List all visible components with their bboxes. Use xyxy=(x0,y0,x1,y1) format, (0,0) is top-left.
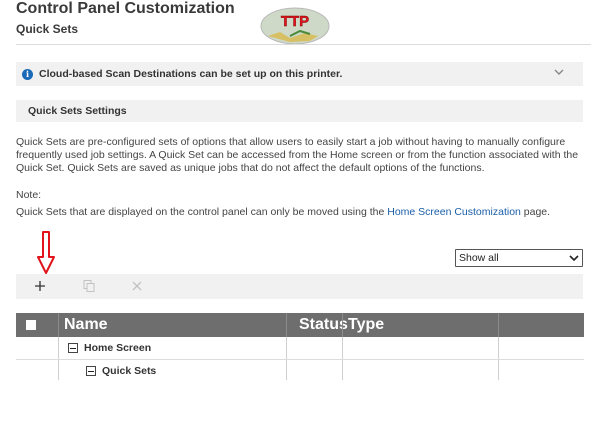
home-screen-customization-link[interactable]: Home Screen Customization xyxy=(387,206,521,218)
collapse-icon[interactable] xyxy=(68,343,78,353)
copy-button[interactable] xyxy=(79,276,99,296)
section-title: Quick Sets Settings xyxy=(28,105,127,117)
column-header-name[interactable]: Name xyxy=(64,313,108,337)
column-header-status[interactable]: Status xyxy=(299,313,348,337)
header-divider xyxy=(16,44,591,45)
filter-selected-value: Show all xyxy=(459,252,499,264)
column-header-type[interactable]: Type xyxy=(348,313,384,337)
section-description: Quick Sets are pre-configured sets of op… xyxy=(16,136,579,174)
info-message: Cloud-based Scan Destinations can be set… xyxy=(39,68,343,80)
note-prefix: Quick Sets that are displayed on the con… xyxy=(16,206,388,218)
table-row[interactable]: Home Screen xyxy=(16,337,584,360)
copy-icon xyxy=(83,280,95,292)
info-icon: i xyxy=(22,68,33,80)
add-button[interactable] xyxy=(30,276,50,296)
section-header: Quick Sets Settings xyxy=(16,100,583,122)
red-arrow-annotation xyxy=(37,231,55,274)
ttp-logo: TTP xyxy=(260,7,330,45)
collapse-icon[interactable] xyxy=(86,366,96,376)
note-suffix: page. xyxy=(520,206,551,218)
select-all-checkbox[interactable] xyxy=(26,313,36,337)
info-banner: i Cloud-based Scan Destinations can be s… xyxy=(16,62,583,86)
note-label: Note: xyxy=(16,189,42,201)
delete-button[interactable] xyxy=(127,276,147,296)
blank-area xyxy=(0,380,600,425)
note-text: Quick Sets that are displayed on the con… xyxy=(16,206,584,218)
row-name: Quick Sets xyxy=(102,365,157,377)
page-subtitle: Quick Sets xyxy=(16,22,79,36)
page-title: Control Panel Customization xyxy=(16,0,235,17)
filter-select[interactable]: Show all xyxy=(455,249,583,267)
chevron-down-icon xyxy=(569,255,579,262)
row-name: Home Screen xyxy=(84,342,152,354)
table-header: Name Status Type xyxy=(16,313,584,337)
chevron-down-icon[interactable] xyxy=(553,66,565,78)
svg-text:TTP: TTP xyxy=(281,13,309,30)
close-icon xyxy=(132,281,142,291)
toolbar xyxy=(16,274,583,299)
plus-icon xyxy=(35,281,45,291)
